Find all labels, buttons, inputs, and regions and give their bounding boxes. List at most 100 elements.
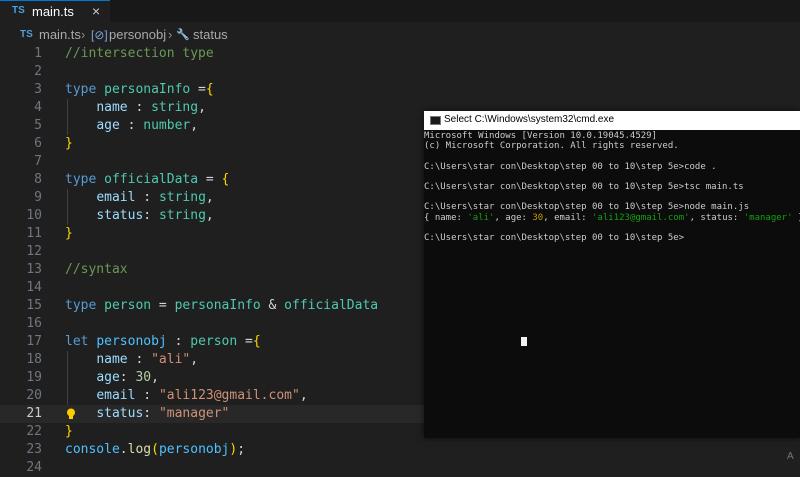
line-number: 19 [26,370,42,385]
breadcrumb: TS main.ts › [⊘] personobj › 🔧 status [0,24,800,46]
code-line: 3 type personaInfo ={ [0,81,800,99]
bracket: } [65,136,73,151]
punctuation: = [237,334,253,349]
output-text: , status: [689,213,744,223]
output-number: 30 [532,213,544,223]
punctuation: = [198,172,222,187]
keyword: type [65,82,97,97]
text-cursor [521,337,527,346]
line-number: 21 [26,406,42,421]
cmd-line: (c) Microsoft Corporation. All rights re… [424,141,679,151]
output-string: 'ali' [467,213,495,223]
punctuation: : [119,370,136,385]
lightbulb-icon[interactable] [66,408,76,420]
type-name: string [158,208,206,223]
property: email [96,190,136,205]
line-number: 12 [26,244,42,259]
punctuation: . [119,442,128,457]
property: status [96,208,144,223]
punctuation: , [299,388,308,403]
punctuation: , [190,352,199,367]
corner-text: A [787,451,794,462]
output-text: } [793,213,800,223]
punctuation: = [151,298,175,313]
line-number: 13 [26,262,42,277]
editor-tab-bar: TS main.ts × [0,0,800,22]
typescript-file-icon: TS [12,5,25,16]
wrench-icon: 🔧 [176,29,190,41]
line-number: 3 [34,82,42,97]
punctuation: : [127,100,152,115]
keyword: type [65,298,97,313]
line-number: 22 [26,424,42,439]
type-name: officialData [284,298,379,313]
punctuation: , [198,100,206,115]
punctuation: = [190,82,206,97]
type-name: string [151,100,199,115]
string-literal: "ali123@gmail.com" [158,388,300,403]
property: name [96,100,128,115]
output-text: { name: [424,213,468,223]
cmd-window[interactable]: Select C:\Windows\system32\cmd.exe Micro… [424,111,800,438]
punctuation: : [143,208,159,223]
punctuation: : [135,190,159,205]
line-number: 18 [26,352,42,367]
line-number: 17 [26,334,42,349]
breadcrumb-object[interactable]: personobj [109,27,166,42]
output-string: 'manager' [743,213,793,223]
line-number: 15 [26,298,42,313]
chevron-right-icon: › [168,27,173,42]
close-icon[interactable]: × [92,3,100,19]
type-name: person [190,334,238,349]
type-name: personaInfo [174,298,261,313]
property: age [96,370,120,385]
property: name [96,352,128,367]
bracket: ( [151,442,159,457]
string-literal: "ali" [151,352,191,367]
terminal-icon [430,116,441,125]
tab-main-ts[interactable]: TS main.ts × [0,0,110,22]
line-number: 16 [26,316,42,331]
bracket: { [221,172,230,187]
bracket: } [65,424,73,439]
cmd-line: Microsoft Windows [Version 10.0.19045.45… [424,131,657,141]
typescript-file-icon: TS [20,29,33,40]
breadcrumb-file[interactable]: main.ts [39,27,81,42]
cmd-prompt: C:\Users\star con\Desktop\step 00 to 10\… [424,233,685,243]
line-number: 24 [26,460,42,475]
line-number: 2 [34,64,42,79]
variable: console [65,442,120,457]
line-number: 20 [26,388,42,403]
line-number: 9 [34,190,42,205]
punctuation: : [127,352,152,367]
punctuation: , [205,190,214,205]
function-name: log [127,442,152,457]
punctuation: ; [237,442,246,457]
cmd-line: C:\Users\star con\Desktop\step 00 to 10\… [424,202,750,212]
punctuation: : [143,406,159,421]
object-icon: [⊘] [91,28,108,42]
type-name: personaInfo [104,82,191,97]
line-number: 23 [26,442,42,457]
line-number: 5 [34,118,42,133]
code-line: 23 console.log(personobj); [0,441,800,459]
line-number: 1 [34,46,42,61]
cmd-object-output: { name: 'ali', age: 30, email: 'ali123@g… [424,214,800,223]
cmd-title: Select C:\Windows\system32\cmd.exe [444,114,615,125]
bracket: } [65,226,73,241]
string-literal: "manager" [158,406,230,421]
breadcrumb-property[interactable]: status [193,27,228,42]
variable: personobj [96,334,167,349]
punctuation: & [260,298,285,313]
property: age [96,118,120,133]
cmd-line: C:\Users\star con\Desktop\step 00 to 10\… [424,162,717,172]
output-text: , age: [494,213,533,223]
keyword: type [65,172,97,187]
chevron-right-icon: › [81,27,86,42]
cmd-title-bar[interactable]: Select C:\Windows\system32\cmd.exe [424,111,800,130]
line-number: 8 [34,172,42,187]
line-number: 14 [26,280,42,295]
line-number: 6 [34,136,42,151]
bracket: { [252,334,261,349]
tab-label: main.ts [32,4,74,19]
